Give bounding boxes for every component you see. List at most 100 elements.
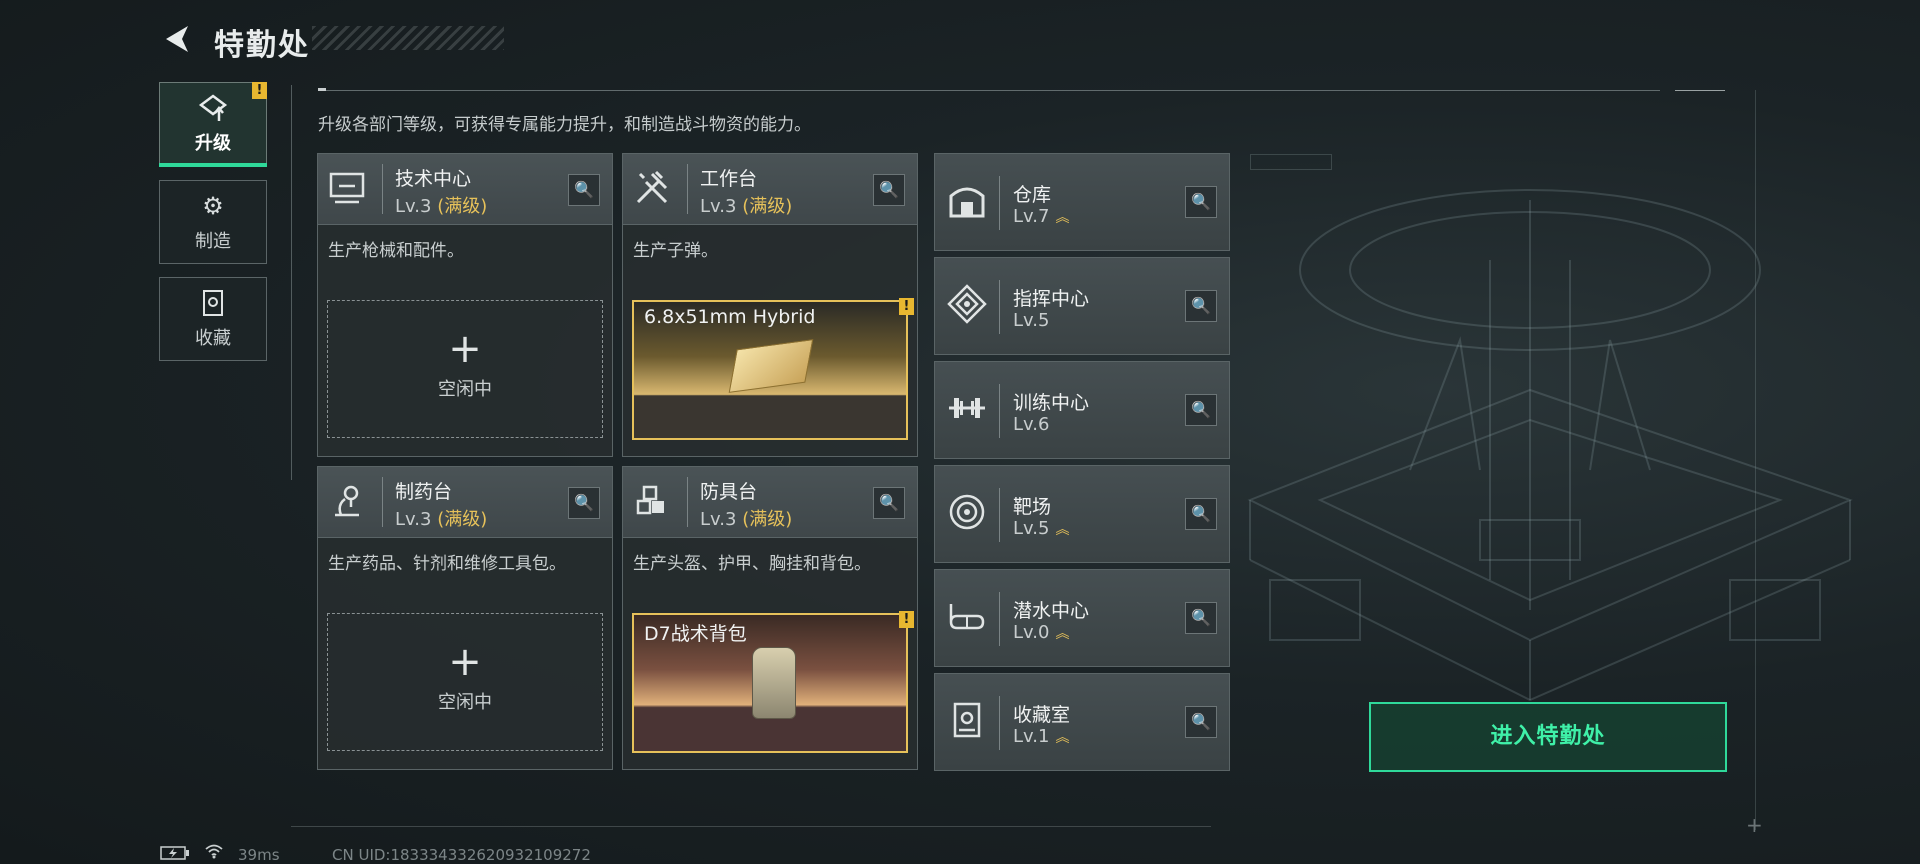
facility-shooting-range[interactable]: 靶场 Lv.5 ︽ 🔍 [934, 465, 1230, 563]
facility-name: 潜水中心 [1013, 600, 1090, 622]
warning-badge: ! [252, 82, 267, 99]
warning-badge: ! [899, 611, 914, 628]
enter-special-ops-button[interactable]: 进入特勤处 [1369, 702, 1727, 772]
product-name: 6.8x51mm Hybrid [644, 306, 816, 328]
search-button[interactable]: 🔍 [1185, 602, 1217, 634]
facility-name: 指挥中心 [1013, 288, 1090, 310]
nav-item-label: 制造 [195, 231, 231, 252]
hammer-wrench-icon [631, 168, 673, 210]
battery-icon [160, 846, 190, 864]
idle-label: 空闲中 [438, 379, 492, 400]
station-level: Lv.3 [395, 509, 432, 530]
search-icon: 🔍 [1191, 296, 1211, 315]
search-icon: 🔍 [1191, 608, 1211, 627]
station-card-armor-bench[interactable]: 防具台 Lv.3 (满级) 🔍 生产头盔、护甲、胸挂和背包。 D7战术背包 ! [622, 466, 918, 770]
warning-badge: ! [899, 298, 914, 315]
dumbbell-icon [945, 388, 989, 432]
nav-item-label: 收藏 [195, 328, 231, 349]
facility-collection-room[interactable]: 收藏室 Lv.1 ︽ 🔍 [934, 673, 1230, 771]
page-description: 升级各部门等级，可获得专属能力提升，和制造战斗物资的能力。 [318, 115, 811, 135]
hud-decoration [1250, 154, 1332, 170]
command-center-icon [945, 284, 989, 328]
max-level-label: (满级) [742, 196, 793, 217]
chevron-up-icon: ︽ [1055, 210, 1069, 226]
search-button[interactable]: 🔍 [1185, 498, 1217, 530]
search-icon: 🔍 [574, 180, 594, 199]
facility-level: Lv.7 [1013, 206, 1050, 227]
station-description: 生产头盔、护甲、胸挂和背包。 [633, 554, 871, 574]
idle-production-slot[interactable]: + 空闲中 [327, 613, 603, 751]
upgrade-icon [197, 93, 229, 123]
facility-level: Lv.5 [1013, 310, 1050, 331]
search-icon: 🔍 [1191, 192, 1211, 211]
title-decoration [312, 26, 504, 50]
nav-item-craft[interactable]: ⚙ 制造 [159, 180, 267, 264]
search-button[interactable]: 🔍 [568, 174, 600, 206]
page-title: 特勤处 [214, 28, 310, 63]
station-level: Lv.3 [395, 196, 432, 217]
chevron-up-icon: ︽ [1055, 522, 1069, 538]
search-icon: 🔍 [574, 493, 594, 512]
gears-icon: ⚙ [202, 192, 224, 220]
backpack-image [752, 647, 796, 719]
nav-item-label: 升级 [195, 133, 231, 154]
production-slot-backpack[interactable]: D7战术背包 [632, 613, 908, 753]
station-name: 防具台 [700, 481, 758, 503]
nav-item-upgrade[interactable]: 升级 [159, 82, 267, 166]
station-name: 制药台 [395, 481, 453, 503]
facility-warehouse[interactable]: 仓库 Lv.7 ︽ 🔍 [934, 153, 1230, 251]
facility-level: Lv.5 [1013, 518, 1050, 539]
station-card-workbench[interactable]: 工作台 Lv.3 (满级) 🔍 生产子弹。 6.8x51mm Hybrid ! [622, 153, 918, 457]
station-card-pharmacy[interactable]: 制药台 Lv.3 (满级) 🔍 生产药品、针剂和维修工具包。 + 空闲中 [317, 466, 613, 770]
station-card-tech-center[interactable]: 技术中心 Lv.3 (满级) 🔍 生产枪械和配件。 + 空闲中 [317, 153, 613, 457]
microscope-icon [326, 481, 368, 523]
collection-icon [201, 288, 225, 318]
facility-level: Lv.0 [1013, 622, 1050, 643]
facility-name: 收藏室 [1013, 704, 1071, 726]
crosshair-icon: + [1746, 813, 1763, 837]
idle-label: 空闲中 [438, 692, 492, 713]
facility-name: 训练中心 [1013, 392, 1090, 414]
production-slot-ammo[interactable]: 6.8x51mm Hybrid [632, 300, 908, 440]
max-level-label: (满级) [437, 509, 488, 530]
station-level: Lv.3 [700, 509, 737, 530]
collection-room-icon [945, 700, 989, 744]
search-button[interactable]: 🔍 [873, 487, 905, 519]
chevron-up-icon: ︽ [1055, 730, 1069, 746]
target-icon [945, 492, 989, 536]
facility-name: 靶场 [1013, 496, 1052, 518]
diving-mask-icon [945, 596, 989, 640]
search-button[interactable]: 🔍 [568, 487, 600, 519]
search-button[interactable]: 🔍 [873, 174, 905, 206]
divider [291, 85, 292, 480]
back-arrow-icon [166, 26, 188, 52]
base-wireframe-illustration [1247, 189, 1853, 702]
facility-training-center[interactable]: 训练中心 Lv.6 🔍 [934, 361, 1230, 459]
divider [318, 88, 326, 91]
facility-name: 仓库 [1013, 184, 1052, 206]
station-description: 生产子弹。 [633, 241, 718, 261]
search-button[interactable]: 🔍 [1185, 706, 1217, 738]
tech-center-icon [326, 168, 368, 210]
station-name: 技术中心 [395, 168, 472, 190]
station-description: 生产药品、针剂和维修工具包。 [328, 554, 566, 574]
back-button[interactable] [160, 22, 194, 56]
search-icon: 🔍 [1191, 400, 1211, 419]
nav-active-indicator [159, 163, 267, 167]
station-level: Lv.3 [700, 196, 737, 217]
product-name: D7战术背包 [644, 623, 747, 645]
chevron-up-icon: ︽ [1055, 626, 1069, 642]
facility-level: Lv.1 [1013, 726, 1050, 747]
search-button[interactable]: 🔍 [1185, 394, 1217, 426]
warehouse-icon [945, 180, 989, 224]
search-button[interactable]: 🔍 [1185, 290, 1217, 322]
hud-line-vertical [1755, 90, 1756, 830]
station-description: 生产枪械和配件。 [328, 241, 464, 261]
nav-item-collection[interactable]: 收藏 [159, 277, 267, 361]
facility-diving-center[interactable]: 潜水中心 Lv.0 ︽ 🔍 [934, 569, 1230, 667]
divider [1675, 90, 1725, 91]
search-button[interactable]: 🔍 [1185, 186, 1217, 218]
max-level-label: (满级) [437, 196, 488, 217]
idle-production-slot[interactable]: + 空闲中 [327, 300, 603, 438]
facility-command-center[interactable]: 指挥中心 Lv.5 🔍 [934, 257, 1230, 355]
